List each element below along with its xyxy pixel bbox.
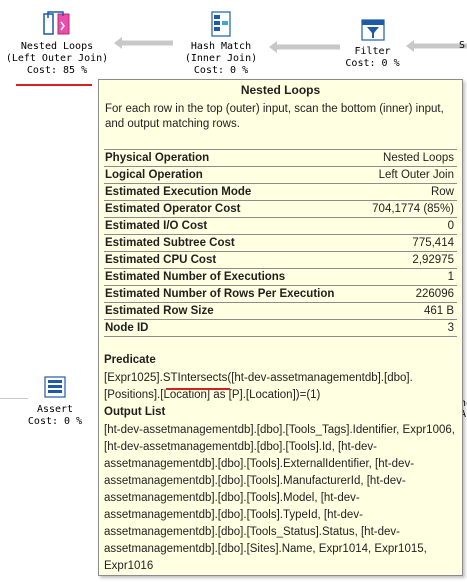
assert-node[interactable]: Assert Cost: 0 % — [24, 376, 86, 428]
property-value: 461 B — [423, 305, 454, 317]
output-list-heading: Output List — [104, 406, 166, 418]
nested-loops-icon — [41, 10, 73, 38]
connector-arrow — [405, 38, 467, 54]
property-row: Estimated Number of Rows Per Execution 22… — [104, 286, 457, 303]
property-row: Logical Operation Left Outer Join — [104, 167, 457, 184]
output-list-text: [ht-dev-assetmanagementdb].[dbo].[Tools_… — [104, 424, 455, 572]
property-key: Estimated Operator Cost — [105, 203, 241, 215]
property-value: 1 — [447, 271, 454, 283]
property-value: Nested Loops — [383, 152, 454, 164]
assert-name: Assert — [36, 404, 74, 415]
nested-loops-detail: (Left Outer Join) — [5, 53, 109, 64]
nested-loops-name: Nested Loops — [20, 41, 94, 52]
property-row: Estimated Row Size 461 B — [104, 303, 457, 320]
property-value: 3 — [447, 322, 454, 334]
property-value: 226096 — [415, 288, 454, 300]
property-value: 0 — [447, 220, 454, 232]
filter-name: Filter — [354, 46, 391, 57]
property-key: Estimated Subtree Cost — [105, 237, 235, 249]
property-key: Estimated I/O Cost — [105, 220, 208, 232]
property-value: Row — [430, 186, 454, 198]
operator-tooltip: Nested Loops For each row in the top (ou… — [98, 79, 463, 576]
connector-arrow — [113, 35, 173, 51]
tooltip-description: For each row in the top (outer) input, s… — [105, 103, 444, 130]
property-value: 2,92975 — [412, 254, 454, 266]
property-key: Estimated Number of Executions — [105, 271, 286, 283]
property-row: Estimated Number of Executions 1 — [104, 269, 457, 286]
property-row: Estimated Execution Mode Row — [104, 184, 457, 201]
property-row: Physical Operation Nested Loops — [104, 150, 457, 167]
filter-cost: Cost: 0 % — [345, 58, 400, 69]
filter-icon — [360, 18, 386, 42]
property-row: Node ID 3 — [104, 320, 457, 337]
property-key: Physical Operation — [105, 152, 210, 164]
property-key: Estimated Row Size — [105, 305, 214, 317]
predicate-function-underline — [166, 388, 230, 390]
hash-match-detail: (Inner Join) — [184, 53, 258, 64]
property-key: Estimated CPU Cost — [105, 254, 217, 266]
property-row: Estimated I/O Cost 0 — [104, 218, 457, 235]
property-key: Node ID — [105, 322, 149, 334]
property-value: 775,414 — [412, 237, 454, 249]
hash-match-cost: Cost: 0 % — [193, 65, 249, 76]
offscreen-node-label: S — [459, 40, 466, 51]
property-key: Estimated Execution Mode — [105, 186, 252, 198]
property-value: Left Outer Join — [378, 169, 454, 181]
predicate-function: STIntersects — [162, 372, 228, 384]
nested-loops-node[interactable]: Nested Loops (Left Outer Join) Cost: 85 … — [0, 10, 114, 77]
connector-arrow — [268, 39, 340, 55]
filter-node[interactable]: Filter Cost: 0 % — [335, 18, 410, 70]
assert-icon — [44, 376, 66, 398]
properties-table: Physical Operation Nested Loops Logical Op… — [104, 149, 457, 337]
predicate-heading: Predicate — [104, 354, 156, 366]
property-value: 704,1774 (85%) — [372, 203, 454, 215]
hash-match-node[interactable]: Hash Match (Inner Join) Cost: 0 % — [171, 10, 271, 77]
predicate-prefix: [Expr1025]. — [104, 372, 163, 384]
property-key: Estimated Number of Rows Per Execution — [105, 288, 335, 300]
hash-match-name: Hash Match — [190, 41, 252, 52]
assert-cost: Cost: 0 % — [27, 416, 83, 427]
tooltip-title: Nested Loops — [240, 83, 321, 97]
property-key: Logical Operation — [105, 169, 203, 181]
property-row: Estimated Subtree Cost 775,414 — [104, 235, 457, 252]
nested-loops-cost-underline — [16, 84, 92, 86]
nested-loops-cost: Cost: 85 % — [26, 65, 88, 76]
property-row: Estimated Operator Cost 704,1774 (85%) — [104, 201, 457, 218]
property-row: Estimated CPU Cost 2,92975 — [104, 252, 457, 269]
predicate-text: [Expr1025].STIntersects([ht-dev-assetman… — [104, 370, 456, 404]
hash-match-icon — [207, 10, 235, 38]
